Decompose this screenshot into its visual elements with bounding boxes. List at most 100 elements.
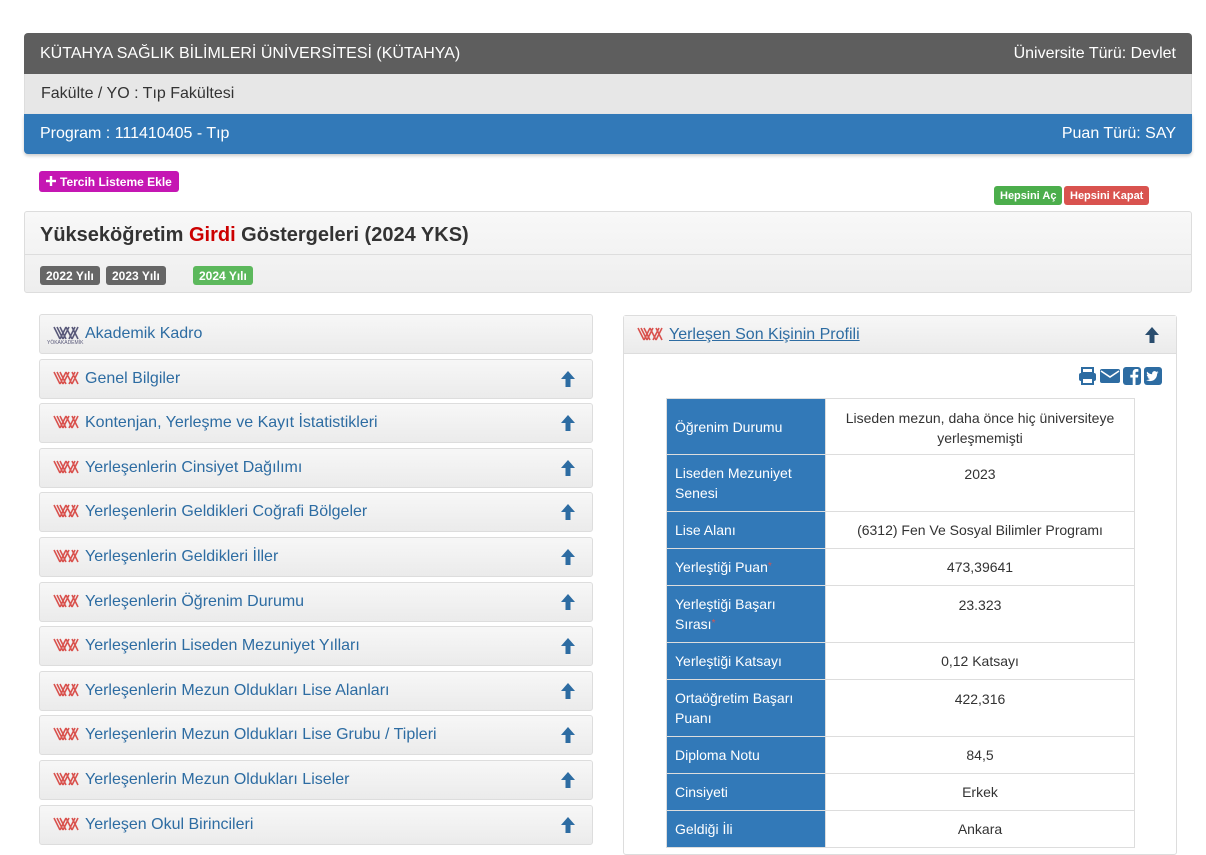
accordion-item-label[interactable]: Genel Bilgiler [85,370,560,388]
profile-value: 2023 [825,454,1135,512]
accordion-item-label[interactable]: Yerleşenlerin Liseden Mezuniyet Yılları [85,637,560,655]
yok-logo-icon [637,327,665,343]
yok-logo-icon [53,415,81,431]
print-icon[interactable] [1078,367,1097,388]
yok-logo-icon [53,371,81,387]
profile-value: 0,12 Katsayı [825,642,1135,680]
profile-title[interactable]: Yerleşen Son Kişinin Profili [669,326,1144,344]
indicators-title: Yükseköğretim Girdi Göstergeleri (2024 Y… [40,224,469,246]
profile-row: Diploma Notu 84,5 [666,736,1135,774]
collapse-all-button[interactable]: Hepsini Kapat [1064,186,1150,205]
university-type: Üniversite Türü: Devlet [1013,44,1176,62]
profile-key: Yerleştiği Katsayı [666,642,826,680]
yok-logo-icon [53,772,81,788]
year-tab-2023[interactable]: 2023 Yılı [106,266,166,285]
share-toolbar [1078,367,1162,388]
faculty-name: Fakülte / YO : Tıp Fakültesi [41,85,235,102]
profile-row: Liseden Mezuniyet Senesi 2023 [666,454,1135,512]
twitter-icon[interactable] [1144,367,1162,388]
add-to-list-label: Tercih Listeme Ekle [60,174,172,189]
yok-logo-icon [53,549,81,565]
last-person-profile-panel: Yerleşen Son Kişinin Profili Öğrenim Dur… [623,315,1177,855]
arrow-up-icon[interactable] [560,637,576,655]
profile-row: Yerleştiği Başarı Sırası* 23.323 [666,585,1135,643]
profile-key: Yerleştiği Puan* [666,548,826,586]
divider [25,254,1191,255]
accordion-item-label[interactable]: Yerleşen Okul Birincileri [85,816,560,834]
profile-key: Ortaöğretim Başarı Puanı [666,679,826,737]
accordion-item[interactable]: Genel Bilgiler [39,359,593,399]
profile-key: Liseden Mezuniyet Senesi [666,454,826,512]
university-name: KÜTAHYA SAĞLIK BİLİMLERİ ÜNİVERSİTESİ (K… [40,44,461,62]
arrow-up-icon[interactable] [560,593,576,611]
profile-row: Yerleştiği Puan* 473,39641 [666,548,1135,586]
accordion-item[interactable]: Yerleşenlerin Geldikleri İller [39,537,593,577]
profile-value: Liseden mezun, daha önce hiç üniversitey… [825,398,1135,455]
yok-logo-icon [53,504,81,520]
arrow-up-icon[interactable] [560,414,576,432]
arrow-up-icon[interactable] [560,548,576,566]
university-header: KÜTAHYA SAĞLIK BİLİMLERİ ÜNİVERSİTESİ (K… [24,33,1192,74]
accordion-item-label[interactable]: Yerleşenlerin Cinsiyet Dağılımı [85,459,560,477]
accordion-item[interactable]: Yerleşenlerin Geldikleri Coğrafi Bölgele… [39,492,593,532]
accordion-item[interactable]: Yerleşenlerin Mezun Oldukları Liseler [39,760,593,800]
year-tab-2022[interactable]: 2022 Yılı [40,266,100,285]
profile-value: Ankara [825,810,1135,848]
envelope-icon[interactable] [1100,367,1120,388]
accordion-item-label[interactable]: Yerleşenlerin Mezun Oldukları Lise Grubu… [85,726,560,744]
accordion-item[interactable]: Kontenjan, Yerleşme ve Kayıt İstatistikl… [39,403,593,443]
year-tab-2024[interactable]: 2024 Yılı [193,266,253,285]
accordion-item[interactable]: Yerleşen Okul Birincileri [39,805,593,845]
yok-logo-icon: YÖKAKADEMİK [47,326,83,346]
yok-logo-icon [53,817,81,833]
title-highlight: Girdi [188,224,236,246]
facebook-icon[interactable] [1123,367,1141,388]
accordion-item-label[interactable]: Yerleşenlerin Geldikleri İller [85,548,560,566]
arrow-up-icon[interactable] [560,726,576,744]
profile-header[interactable]: Yerleşen Son Kişinin Profili [624,316,1176,354]
profile-key: Cinsiyeti [666,773,826,811]
accordion-item[interactable]: Yerleşenlerin Liseden Mezuniyet Yılları [39,626,593,666]
profile-row: Öğrenim Durumu Liseden mezun, daha önce h… [666,398,1135,455]
accordion-item-label[interactable]: Yerleşenlerin Geldikleri Coğrafi Bölgele… [85,503,560,521]
score-type: Puan Türü: SAY [1061,125,1176,142]
accordion-item-label[interactable]: Akademik Kadro [85,325,592,343]
profile-row: Geldiği İli Ankara [666,810,1135,848]
accordion-item[interactable]: Yerleşenlerin Mezun Oldukları Lise Alanl… [39,671,593,711]
add-to-list-button[interactable]: Tercih Listeme Ekle [39,171,179,192]
arrow-up-icon[interactable] [560,459,576,477]
yok-logo-text: YÖKAKADEMİK [47,340,84,346]
accordion-item[interactable]: Yerleşenlerin Cinsiyet Dağılımı [39,448,593,488]
arrow-up-icon[interactable] [560,503,576,521]
profile-row: Cinsiyeti Erkek [666,773,1135,811]
plus-icon [46,175,56,189]
accordion-item[interactable]: Yerleşenlerin Mezun Oldukları Lise Grubu… [39,715,593,755]
profile-key: Lise Alanı [666,511,826,549]
profile-value: Erkek [825,773,1135,811]
accordion-item[interactable]: YÖKAKADEMİK Akademik Kadro [39,314,593,354]
accordion-item-label[interactable]: Kontenjan, Yerleşme ve Kayıt İstatistikl… [85,414,560,432]
accordion-item[interactable]: Yerleşenlerin Öğrenim Durumu [39,582,593,622]
profile-row: Lise Alanı (6312) Fen Ve Sosyal Bilimler … [666,511,1135,549]
profile-key: Geldiği İli [666,810,826,848]
profile-key: Diploma Notu [666,736,826,774]
profile-row: Yerleştiği Katsayı 0,12 Katsayı [666,642,1135,680]
profile-value: 84,5 [825,736,1135,774]
program-bar: Program : 111410405 - Tıp Puan Türü: SAY [24,114,1192,154]
yok-logo-icon [53,683,81,699]
arrow-up-icon[interactable] [560,771,576,789]
accordion-item-label[interactable]: Yerleşenlerin Mezun Oldukları Lise Alanl… [85,682,560,700]
profile-key: Yerleştiği Başarı Sırası* [666,585,826,643]
faculty-bar: Fakülte / YO : Tıp Fakültesi [24,74,1192,114]
accordion-item-label[interactable]: Yerleşenlerin Mezun Oldukları Liseler [85,771,560,789]
arrow-up-icon[interactable] [560,682,576,700]
required-mark: * [711,618,716,629]
accordion-item-label[interactable]: Yerleşenlerin Öğrenim Durumu [85,593,560,611]
required-mark: * [767,561,772,572]
profile-value: 23.323 [825,585,1135,643]
arrow-up-icon[interactable] [560,370,576,388]
arrow-up-icon[interactable] [560,816,576,834]
profile-value: (6312) Fen Ve Sosyal Bilimler Programı [825,511,1135,549]
expand-all-button[interactable]: Hepsini Aç [994,186,1063,205]
arrow-up-icon[interactable] [1144,326,1160,344]
